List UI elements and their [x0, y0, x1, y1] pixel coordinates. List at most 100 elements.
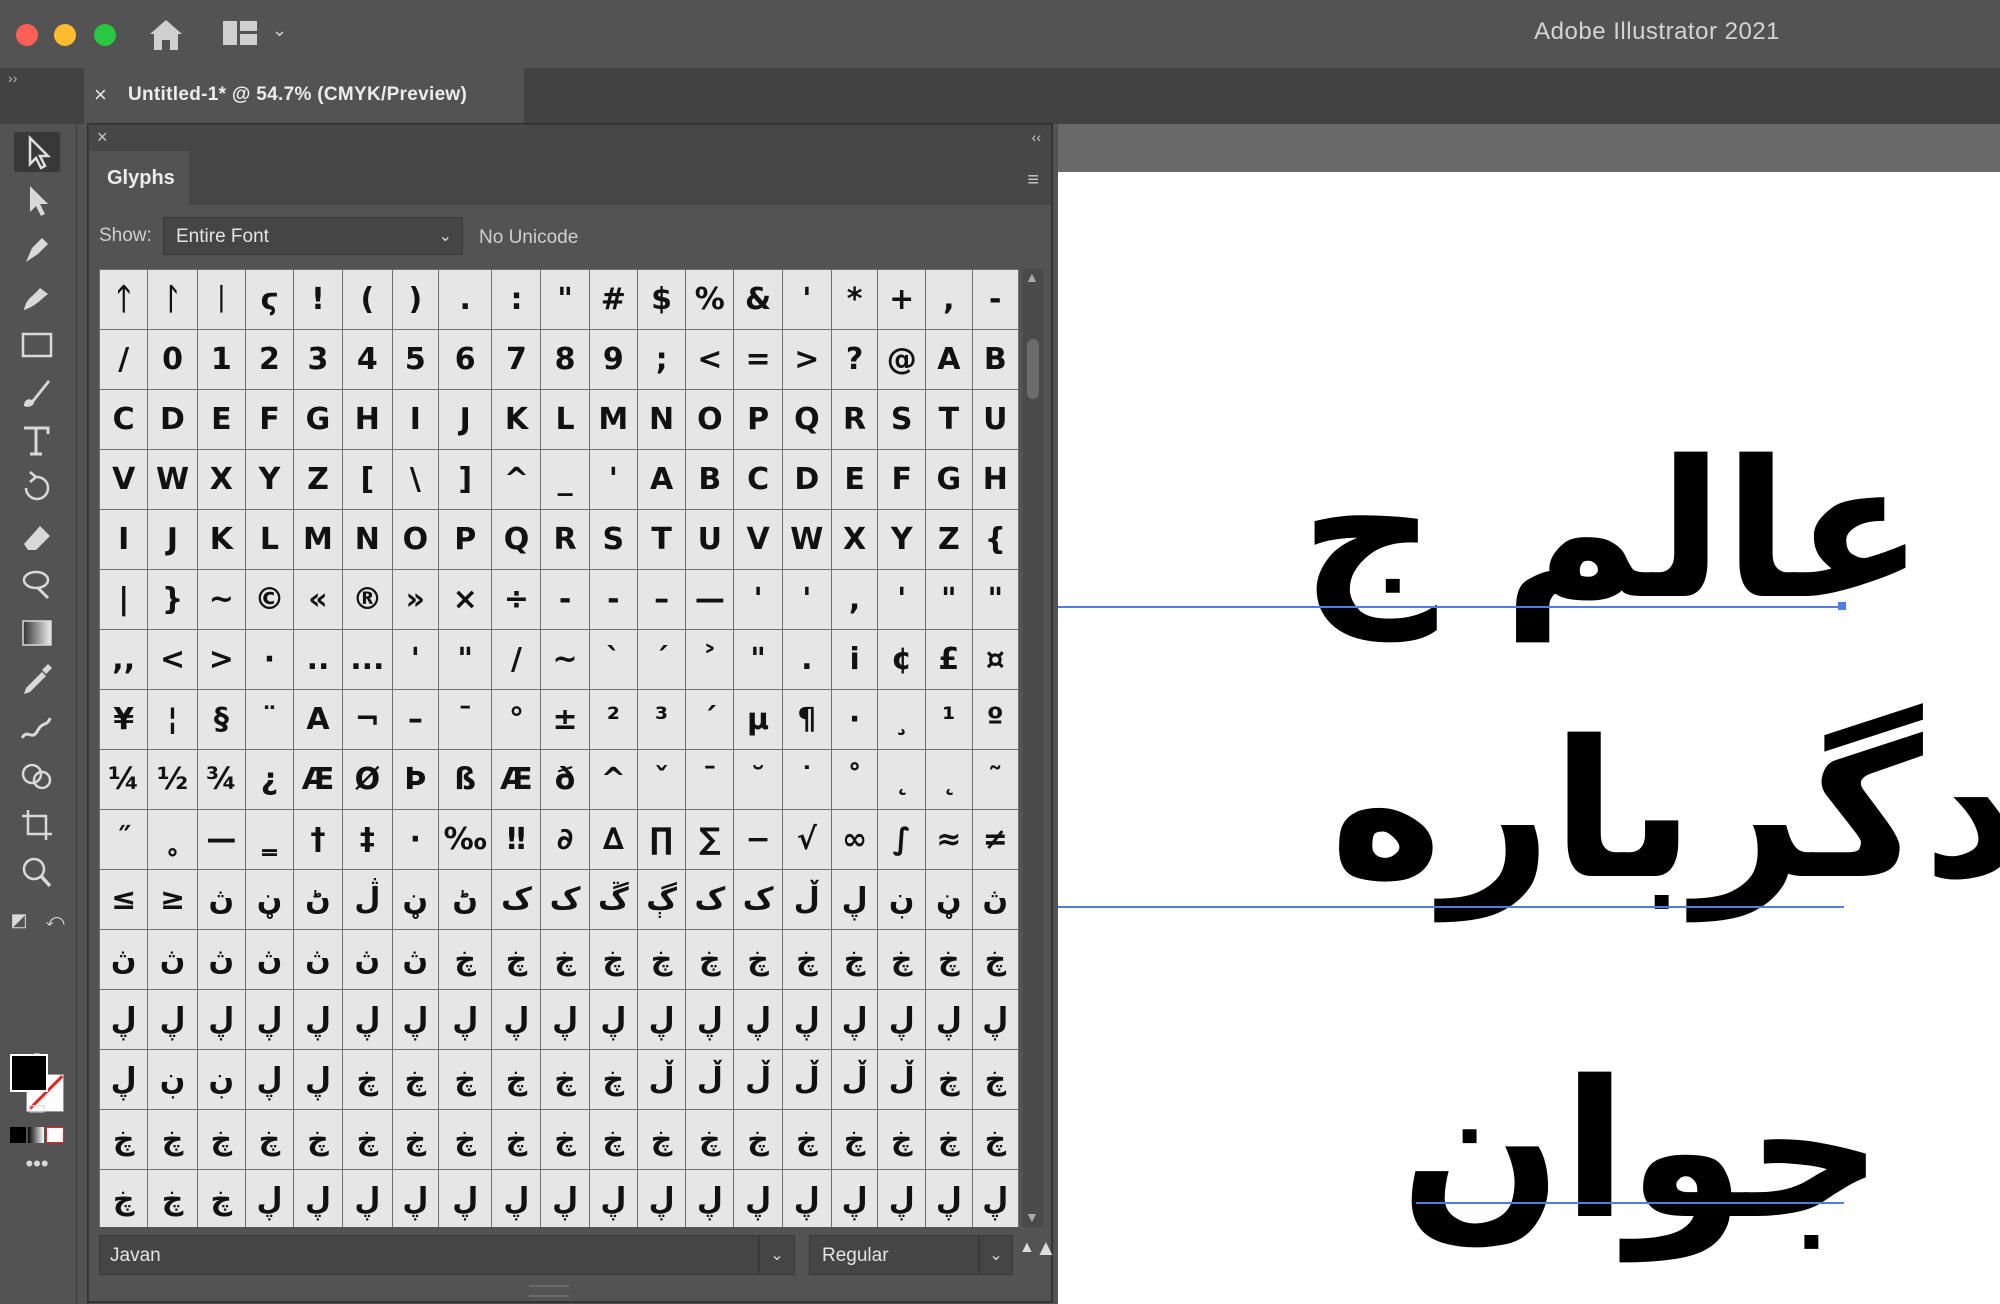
zoom-in-glyphs-icon[interactable]: ▲	[1035, 1235, 1057, 1261]
glyph-cell[interactable]: ¥	[99, 689, 149, 750]
glyph-cell[interactable]: ˚	[830, 749, 879, 810]
glyph-cell[interactable]: ڵ	[685, 1049, 735, 1110]
glyph-cell[interactable]: C	[99, 389, 149, 450]
glyph-cell[interactable]: ڿ	[636, 929, 687, 990]
glyph-cell[interactable]: ڿ	[437, 929, 493, 990]
glyph-cell[interactable]: ڸ	[540, 1169, 590, 1227]
glyph-cell[interactable]: Æ	[491, 749, 542, 810]
glyph-cell[interactable]: E	[830, 449, 879, 510]
glyph-cell[interactable]: S	[588, 509, 638, 570]
swap-fill-stroke-icon[interactable]: ⤺	[40, 900, 70, 940]
glyph-cell[interactable]: ڸ	[391, 989, 440, 1050]
glyph-cell[interactable]: ∂	[540, 809, 590, 870]
glyph-cell[interactable]: «	[292, 569, 343, 630]
glyph-cell[interactable]: ڸ	[341, 989, 393, 1050]
toolbar-collapse-icon[interactable]: ››	[8, 70, 17, 86]
glyph-cell[interactable]: P	[437, 509, 493, 570]
glyph-cell[interactable]: ڸ	[292, 1049, 343, 1110]
glyph-cell[interactable]: –	[636, 569, 687, 630]
glyph-cell[interactable]: !	[292, 269, 343, 330]
glyph-cell[interactable]: ×	[437, 569, 493, 630]
glyph-cell[interactable]: ڿ	[733, 929, 783, 990]
glyph-cell[interactable]: ک	[540, 869, 590, 930]
glyph-cell[interactable]: ˙	[781, 749, 832, 810]
glyph-cell[interactable]: D	[147, 389, 198, 450]
glyph-cell[interactable]: ڷ	[341, 869, 393, 930]
glyph-cell[interactable]: ÷	[491, 569, 542, 630]
glyph-cell[interactable]: ≠	[971, 809, 1019, 870]
glyph-cell[interactable]: ڿ	[341, 1109, 393, 1170]
glyph-cell[interactable]: ڽ	[147, 929, 198, 990]
glyph-cell[interactable]: ڸ	[685, 989, 735, 1050]
glyph-cell[interactable]: ڿ	[781, 929, 832, 990]
panel-resize-gripper[interactable]	[529, 1285, 569, 1297]
fill-color-swatch[interactable]	[10, 1054, 48, 1092]
glyph-cell[interactable]: ˃	[685, 629, 735, 690]
glyph-cell[interactable]: §	[196, 689, 247, 750]
glyph-cell[interactable]: ڽ	[971, 869, 1019, 930]
color-mode-none[interactable]	[46, 1127, 64, 1143]
glyph-cell[interactable]: Æ	[292, 749, 343, 810]
glyph-cell[interactable]: "	[733, 629, 783, 690]
glyph-cell[interactable]: M	[292, 509, 343, 570]
glyph-cell[interactable]: ˇ	[636, 749, 687, 810]
glyph-cell[interactable]: ~	[196, 569, 247, 630]
glyph-cell[interactable]: W	[781, 509, 832, 570]
glyph-cell[interactable]: –	[391, 689, 440, 750]
glyph-cell[interactable]: 5	[391, 329, 440, 390]
glyph-cell[interactable]: ڽ	[292, 929, 343, 990]
glyph-cell[interactable]: √	[781, 809, 832, 870]
glyph-cell[interactable]: ·	[391, 809, 440, 870]
glyph-cell[interactable]: †	[292, 809, 343, 870]
glyph-cell[interactable]: ڿ	[99, 1109, 149, 1170]
glyph-cell[interactable]: ..	[292, 629, 343, 690]
glyph-cell[interactable]: ڿ	[99, 1169, 149, 1227]
glyph-cell[interactable]: ,	[830, 569, 879, 630]
glyph-cell[interactable]: C	[733, 449, 783, 510]
glyph-cell[interactable]: ‡	[341, 809, 393, 870]
glyph-cell[interactable]: ڵ	[877, 1049, 927, 1110]
glyph-cell[interactable]: ڿ	[588, 1109, 638, 1170]
glyph-cell[interactable]: ¢	[877, 629, 927, 690]
panel-menu-icon[interactable]: ≡	[1027, 169, 1039, 192]
glyph-cell[interactable]: ∆	[588, 809, 638, 870]
window-close-button[interactable]	[16, 24, 38, 46]
glyph-cell[interactable]: .	[781, 629, 832, 690]
glyph-cell[interactable]: ‗	[245, 809, 294, 870]
glyph-cell[interactable]: ß	[437, 749, 493, 810]
home-icon[interactable]	[146, 16, 186, 52]
glyph-cell[interactable]: ڿ	[437, 1049, 493, 1110]
artboard-tool-icon[interactable]	[14, 804, 60, 844]
glyph-cell[interactable]: K	[491, 389, 542, 450]
glyph-cell[interactable]: ڸ	[245, 1049, 294, 1110]
glyph-cell[interactable]: E	[196, 389, 247, 450]
glyph-cell[interactable]: T	[925, 389, 973, 450]
glyph-cell[interactable]: ;	[636, 329, 687, 390]
glyph-cell[interactable]: ˛	[925, 749, 973, 810]
blend-tool-icon[interactable]	[14, 708, 60, 748]
glyph-cell[interactable]: ڸ	[391, 1169, 440, 1227]
default-fill-stroke-icon[interactable]: ◩	[4, 900, 34, 940]
glyph-cell[interactable]: 1	[196, 329, 247, 390]
glyph-cell[interactable]: $	[636, 269, 687, 330]
glyph-cell[interactable]: ڸ	[636, 1169, 687, 1227]
scroll-up-icon[interactable]: ▲	[1025, 269, 1039, 285]
glyph-cell[interactable]: Y	[245, 449, 294, 510]
glyph-cell[interactable]: ڿ	[588, 1049, 638, 1110]
glyph-cell[interactable]: ڿ	[540, 1109, 590, 1170]
paintbrush-tool-icon[interactable]	[14, 372, 60, 412]
glyph-cell[interactable]: P	[733, 389, 783, 450]
window-maximize-button[interactable]	[94, 24, 116, 46]
glyph-cell[interactable]: ڼ	[391, 869, 440, 930]
glyph-cell[interactable]: ^	[491, 449, 542, 510]
glyph-cell[interactable]: ڸ	[588, 1169, 638, 1227]
glyph-cell[interactable]: 3	[292, 329, 343, 390]
glyph-cell[interactable]: ≈	[925, 809, 973, 870]
glyph-cell[interactable]: ڿ	[877, 929, 927, 990]
glyph-cell[interactable]: T	[636, 509, 687, 570]
glyph-cell[interactable]: N	[636, 389, 687, 450]
glyph-cell[interactable]: ڿ	[391, 1109, 440, 1170]
glyph-cell[interactable]: ڿ	[491, 1049, 542, 1110]
glyph-cell[interactable]: ڿ	[685, 1109, 735, 1170]
glyph-cell[interactable]: 6	[437, 329, 493, 390]
